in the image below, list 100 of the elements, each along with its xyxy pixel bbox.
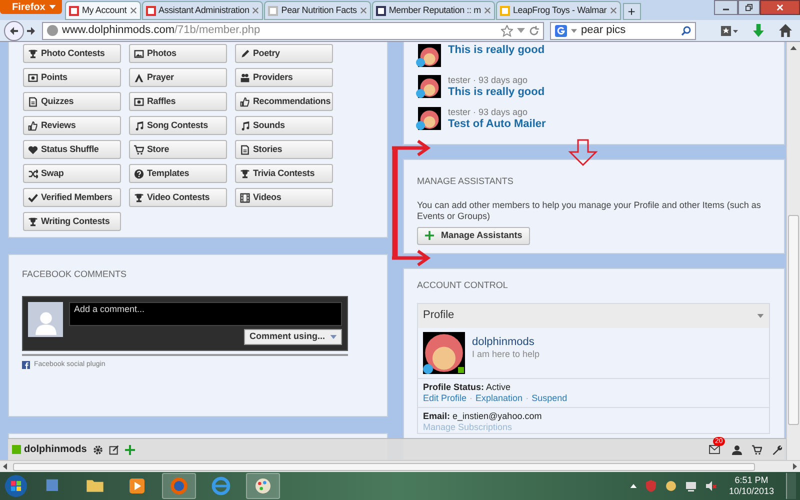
scrollbar-thumb[interactable] [788,215,799,425]
cart-icon [134,144,144,154]
feature-button[interactable]: Status Shuffle [23,140,121,159]
close-window-button[interactable] [760,0,800,15]
feature-button[interactable]: Raffles [129,92,227,111]
feature-button[interactable]: Sounds [235,116,333,135]
close-icon[interactable] [610,7,617,14]
feature-button[interactable]: Song Contests [129,116,227,135]
toolbar-user-button[interactable]: dolphinmods [12,442,87,457]
feature-button[interactable]: Trivia Contests [235,164,333,183]
close-icon[interactable] [252,7,260,14]
network-icon[interactable] [684,480,697,492]
ticket-icon [134,96,144,106]
activity-link[interactable]: Test of Auto Mailer [448,118,546,131]
wrench-icon[interactable] [772,444,782,454]
feature-button[interactable]: Photo Contests [23,44,121,63]
online-status-icon [458,366,464,372]
caret-icon [330,334,337,338]
show-hidden-icons-icon[interactable] [630,484,637,488]
profile-link[interactable]: Edit Profile [423,392,467,404]
reload-icon[interactable] [529,26,539,36]
browser-tab[interactable]: Assistant Administration [142,1,264,20]
forward-arrow-icon [26,26,36,36]
vertical-scrollbar[interactable] [786,42,800,460]
bookmarks-icon[interactable] [720,24,738,36]
activity-link[interactable]: This is really good [448,86,545,99]
caret-icon [49,5,56,9]
search-field[interactable]: pear pics [550,22,696,40]
favicon-icon [376,6,386,16]
horizontal-scrollbar[interactable] [0,460,800,472]
back-button[interactable] [4,20,24,40]
profile-link[interactable]: Explanation [476,392,523,404]
tray-app-icon[interactable] [664,480,677,492]
heart-icon [28,144,38,154]
feature-button[interactable]: Verified Members [23,188,121,207]
feature-button[interactable]: Prayer [129,68,227,87]
feature-button[interactable]: Templates [129,164,227,183]
address-field[interactable]: www.dolphinmods.com/71b/member.php [42,22,544,40]
username-link[interactable]: dolphinmods [472,336,540,348]
close-icon[interactable] [484,7,491,14]
mail-icon[interactable] [709,445,720,454]
feature-button[interactable]: Swap [23,164,121,183]
cartoon-avatar-icon [423,332,465,374]
feature-button[interactable]: Store [129,140,227,159]
trophy-icon [240,168,250,178]
trophy-icon [28,216,38,226]
profile-link[interactable]: Suspend [532,392,568,404]
section-title: FACEBOOK COMMENTS [22,268,128,281]
browser-tab[interactable]: Pear Nutrition Facts [264,1,371,20]
browser-tab[interactable]: My Account [65,1,141,20]
start-orb-icon[interactable] [4,474,28,498]
feature-button[interactable]: Recommendations [235,92,333,111]
edit-icon[interactable] [108,444,119,454]
thumbs-up-icon [240,96,250,106]
section-title: ACCOUNT CONTROL [417,279,509,292]
settings-icon[interactable] [92,444,103,454]
restore-button[interactable] [738,0,760,15]
thumbs-up-icon [28,120,38,130]
browser-tab[interactable]: LeapFrog Toys - Walmar [496,1,621,20]
question-icon [134,168,144,178]
feature-button[interactable]: Photos [129,44,227,63]
dropdown-icon[interactable] [517,28,525,33]
manage-assistants-button[interactable]: Manage Assistants [417,226,530,244]
triangle-icon [134,72,144,82]
feature-button[interactable]: Videos [235,188,333,207]
volume-muted-icon[interactable] [704,480,717,492]
feature-button[interactable]: Quizzes [23,92,121,111]
feature-button[interactable]: Poetry [235,44,333,63]
feature-button[interactable]: Providers [235,68,333,87]
activity-link[interactable]: This is really good [448,44,545,57]
favicon-icon [500,6,510,16]
show-desktop-button[interactable] [786,473,796,499]
profile-header[interactable]: Profile [418,304,769,328]
scroll-left-icon [3,463,7,470]
link-separator: · [470,392,473,404]
facebook-logo-icon [22,360,30,369]
star-icon[interactable] [501,24,513,36]
profile-status-text: Profile Status: Active [423,382,512,392]
scrollbar-thumb[interactable] [13,462,755,470]
feature-button[interactable]: Stories [235,140,333,159]
internet-explorer-icon [211,476,231,496]
close-icon[interactable] [360,7,367,14]
feature-button[interactable]: Writing Contests [23,212,121,231]
activity-meta: tester · 93 days ago [448,75,529,86]
comment-using-button[interactable]: Comment using... [244,328,342,344]
feature-button[interactable]: Video Contests [129,188,227,207]
browser-tab[interactable]: Member Reputation :: m [372,1,495,20]
search-icon[interactable] [681,26,691,36]
download-arrow-icon[interactable] [752,24,765,37]
feature-button[interactable]: Reviews [23,116,121,135]
user-icon[interactable] [732,444,742,454]
feature-button[interactable]: Points [23,68,121,87]
cart-icon[interactable] [752,444,762,454]
home-icon[interactable] [779,24,792,37]
comment-input-field[interactable]: Add a comment... [69,302,342,326]
favicon-icon [69,6,79,16]
new-tab-button[interactable]: + [622,3,641,20]
taskbar-clock[interactable]: 6:51 PM 10/10/2013 [724,475,778,497]
close-icon[interactable] [130,7,137,14]
plus-icon[interactable] [124,444,135,454]
